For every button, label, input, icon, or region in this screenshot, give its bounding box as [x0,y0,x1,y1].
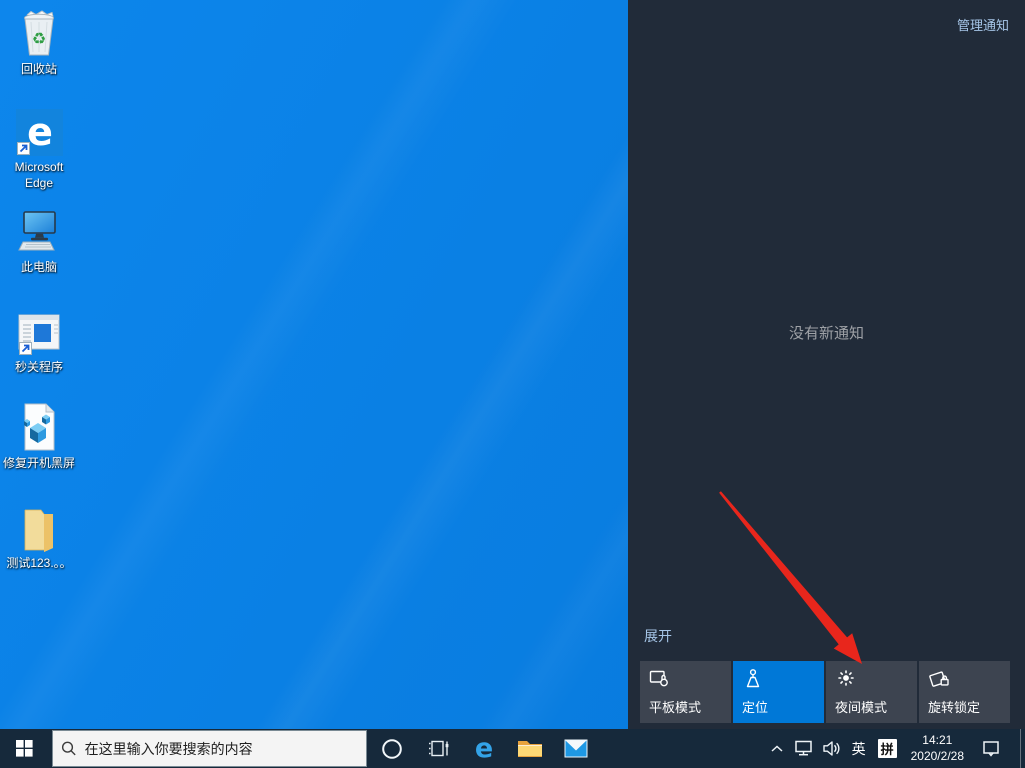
language-indicator[interactable]: 英 [846,729,872,768]
tile-label: 定位 [742,697,768,716]
taskbar-search-box[interactable] [52,730,367,767]
mail-icon [564,739,588,758]
volume-tray-button[interactable] [818,729,846,768]
quick-actions-area: 展开 平板模式 [640,626,1010,723]
search-icon [61,740,77,757]
quick-action-night-light[interactable]: 夜间模式 [826,661,917,723]
file-explorer-icon [517,738,543,759]
tray-overflow-button[interactable] [764,729,790,768]
clock-time: 14:21 [911,733,964,749]
desktop-icon-label: Microsoft Edge [1,160,77,191]
registry-file-icon [16,400,62,452]
night-light-icon [835,668,857,688]
recycle-bin-icon: ♻ [16,6,62,58]
desktop-icon-registry-file[interactable]: 修复开机黑屏 [0,400,78,472]
notification-icon [981,739,1001,759]
tablet-mode-icon [649,668,671,688]
folder-icon [17,500,61,552]
task-view-icon [428,739,449,758]
network-icon [793,740,815,757]
location-icon [742,668,764,688]
desktop-icon-folder[interactable]: 测试123.。。 [0,500,78,572]
tile-label: 平板模式 [649,697,701,716]
desktop-icon-app-shortcut[interactable]: 秒关程序 [0,304,78,376]
ime-pinyin-badge: 拼 [878,739,897,758]
cortana-button[interactable] [369,729,415,768]
action-center-panel: 管理通知 没有新通知 展开 平板模式 [628,0,1025,729]
search-input[interactable] [85,741,358,757]
desktop-icon-label: 秒关程序 [15,360,63,376]
desktop-icon-this-pc[interactable]: 此电脑 [0,204,78,276]
cortana-icon [381,738,403,760]
svg-text:e: e [27,110,53,154]
desktop-icon-label: 回收站 [21,62,57,78]
mail-button[interactable] [553,729,599,768]
desktop-icon-label: 此电脑 [21,260,57,276]
edge-taskbar-button[interactable]: e [461,729,507,768]
quick-action-tiles: 平板模式 定位 [640,661,1010,723]
app-window-icon [16,304,62,356]
windows-desktop-screen: ♻ 回收站 e Microsoft Edge [0,0,1025,768]
tile-label: 夜间模式 [835,697,887,716]
show-desktop-button[interactable] [1020,729,1025,768]
desktop-icon-label: 修复开机黑屏 [3,456,75,472]
action-center-button[interactable] [972,729,1010,768]
manage-notifications-link[interactable]: 管理通知 [957,15,1009,34]
edge-icon: e [475,735,493,762]
network-tray-button[interactable] [790,729,818,768]
ime-mode-button[interactable]: 拼 [872,729,903,768]
tile-label: 旋转锁定 [928,697,980,716]
chevron-up-icon [771,745,783,753]
taskbar: e [0,729,1025,768]
desktop-icon-microsoft-edge[interactable]: e Microsoft Edge [0,104,78,191]
desktop-icon-label: 测试123.。。 [6,556,71,572]
desktop-icon-recycle-bin[interactable]: ♻ 回收站 [0,6,78,78]
quick-action-tablet-mode[interactable]: 平板模式 [640,661,731,723]
system-tray: 英 拼 14:21 2020/2/28 [764,729,1025,768]
file-explorer-button[interactable] [507,729,553,768]
speaker-icon [822,740,841,757]
quick-action-rotation-lock[interactable]: 旋转锁定 [919,661,1010,723]
clock[interactable]: 14:21 2020/2/28 [903,733,972,764]
clock-date: 2020/2/28 [911,749,964,765]
quick-action-location[interactable]: 定位 [733,661,824,723]
edge-icon: e [16,104,63,156]
windows-logo-icon [16,740,33,757]
this-pc-icon [15,204,63,256]
expand-link[interactable]: 展开 [644,626,672,646]
rotation-lock-icon [928,668,952,688]
start-button[interactable] [0,729,48,768]
svg-text:♻: ♻ [32,31,46,48]
no-notifications-text: 没有新通知 [628,322,1025,343]
task-view-button[interactable] [415,729,461,768]
